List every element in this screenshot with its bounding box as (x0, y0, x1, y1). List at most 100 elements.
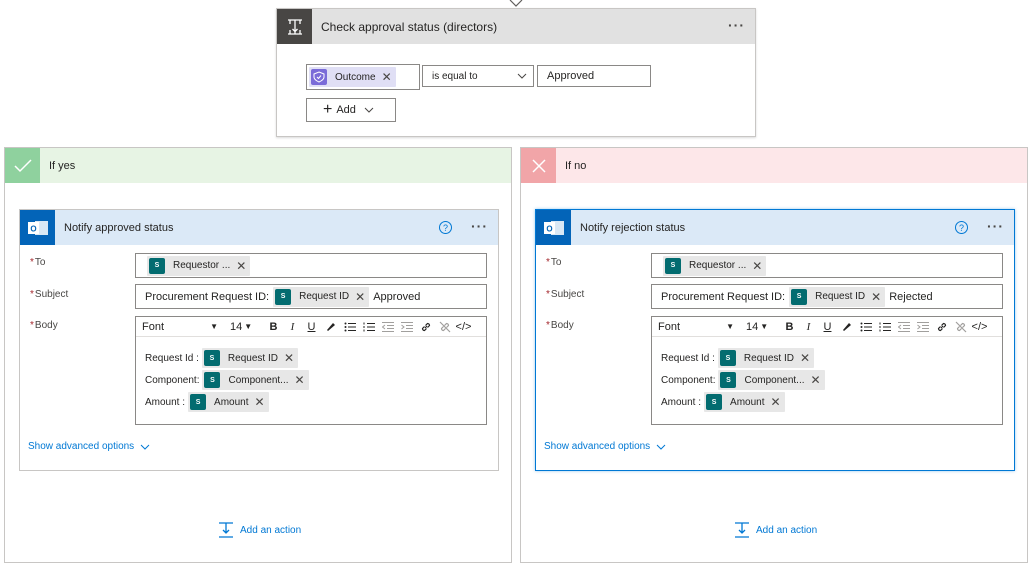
sharepoint-icon: S (665, 257, 681, 274)
notify-approved-card[interactable]: O Notify approved status ? ··· *To S Req… (19, 209, 499, 471)
notify-rejection-card[interactable]: O Notify rejection status ? ··· *To S Re… (535, 209, 1015, 471)
condition-value-input[interactable]: Approved (537, 65, 651, 87)
italic-icon[interactable]: I (799, 318, 818, 336)
request-id-token[interactable]: S Request ID ✕ (273, 286, 370, 307)
outdent-icon[interactable] (378, 318, 397, 336)
amount-token[interactable]: S Amount ✕ (704, 392, 785, 412)
unlink-icon[interactable] (951, 318, 970, 336)
remove-token-icon[interactable]: ✕ (284, 352, 298, 364)
remove-token-icon[interactable]: ✕ (800, 352, 814, 364)
no-branch-header[interactable]: If no (521, 148, 1027, 183)
remove-token-icon[interactable]: ✕ (382, 71, 396, 83)
action-more-icon[interactable]: ··· (471, 218, 488, 234)
remove-token-icon[interactable]: ✕ (752, 260, 766, 272)
request-id-token[interactable]: S Request ID ✕ (717, 348, 815, 368)
remove-token-icon[interactable]: ✕ (871, 291, 885, 303)
to-label: *To (30, 257, 46, 268)
body-content[interactable]: Request Id : S Request ID ✕ Component: S… (136, 337, 486, 413)
highlight-icon[interactable] (837, 318, 856, 336)
bold-icon[interactable]: B (264, 318, 283, 336)
condition-header[interactable]: Check approval status (directors) ··· (277, 9, 755, 44)
subject-field[interactable]: Procurement Request ID: S Request ID ✕ R… (651, 284, 1003, 309)
italic-icon[interactable]: I (283, 318, 302, 336)
show-advanced-options-link[interactable]: Show advanced options (28, 441, 150, 452)
unlink-icon[interactable] (435, 318, 454, 336)
add-action-button[interactable]: Add an action (218, 522, 301, 538)
request-id-token[interactable]: S Request ID ✕ (789, 286, 886, 307)
operator-value: is equal to (432, 70, 478, 82)
help-icon[interactable]: ? (955, 221, 968, 234)
action-header[interactable]: O Notify rejection status ? ··· (536, 210, 1014, 245)
amount-token[interactable]: S Amount ✕ (188, 392, 269, 412)
remove-token-icon[interactable]: ✕ (295, 374, 309, 386)
body-line: Request Id : S Request ID ✕ (136, 347, 486, 369)
indent-icon[interactable] (913, 318, 932, 336)
font-size-select[interactable]: 14 ▼ (230, 321, 264, 333)
to-field[interactable]: S Requestor ... ✕ (651, 253, 1003, 278)
checkmark-icon (5, 148, 40, 183)
help-icon[interactable]: ? (439, 221, 452, 234)
request-id-token[interactable]: S Request ID ✕ (201, 348, 299, 368)
sharepoint-icon: S (720, 372, 737, 388)
plus-icon: + (323, 101, 333, 118)
condition-left-operand[interactable]: Outcome ✕ (306, 64, 420, 90)
action-header[interactable]: O Notify approved status ? ··· (20, 210, 498, 245)
numbered-list-icon[interactable] (875, 318, 894, 336)
condition-card[interactable]: Check approval status (directors) ··· Ou… (276, 8, 756, 137)
subject-prefix: Procurement Request ID: (661, 290, 786, 303)
outlook-icon: O (536, 210, 571, 245)
add-condition-button[interactable]: + Add (306, 98, 396, 122)
subject-suffix: Approved (373, 290, 421, 303)
outcome-token[interactable]: Outcome ✕ (309, 67, 396, 87)
outdent-icon[interactable] (894, 318, 913, 336)
to-field[interactable]: S Requestor ... ✕ (135, 253, 487, 278)
remove-token-icon[interactable]: ✕ (236, 260, 250, 272)
remove-token-icon[interactable]: ✕ (811, 374, 825, 386)
action-title: Notify approved status (64, 221, 174, 234)
remove-token-icon[interactable]: ✕ (255, 396, 269, 408)
no-branch: If no O Notify rejection status ? ··· *T… (520, 147, 1028, 563)
body-content[interactable]: Request Id : S Request ID ✕ Component: S… (652, 337, 1002, 413)
token-label: Requestor ... (173, 260, 231, 271)
font-select[interactable]: Font ▼ (142, 321, 222, 333)
code-view-icon[interactable]: </> (454, 318, 473, 336)
requestor-token[interactable]: S Requestor ... ✕ (147, 255, 251, 276)
outlook-icon: O (20, 210, 55, 245)
underline-icon[interactable]: U (302, 318, 321, 336)
operator-select[interactable]: is equal to (422, 65, 534, 87)
show-advanced-options-link[interactable]: Show advanced options (544, 441, 666, 452)
add-action-icon (735, 522, 749, 538)
body-editor[interactable]: Font ▼ 14 ▼ B I U </> Request Id : S Req… (651, 316, 1003, 425)
link-icon[interactable] (932, 318, 951, 336)
requestor-token[interactable]: S Requestor ... ✕ (663, 255, 767, 276)
bullet-list-icon[interactable] (340, 318, 359, 336)
numbered-list-icon[interactable] (359, 318, 378, 336)
highlight-icon[interactable] (321, 318, 340, 336)
yes-branch-header[interactable]: If yes (5, 148, 511, 183)
component-token[interactable]: S Component... ✕ (202, 370, 309, 390)
sharepoint-icon: S (719, 350, 736, 366)
bullet-list-icon[interactable] (856, 318, 875, 336)
yes-branch: If yes O Notify approved status ? ··· *T… (4, 147, 512, 563)
font-select[interactable]: Font ▼ (658, 321, 738, 333)
indent-icon[interactable] (397, 318, 416, 336)
remove-token-icon[interactable]: ✕ (771, 396, 785, 408)
approvals-icon (311, 69, 327, 85)
sharepoint-icon: S (149, 257, 165, 274)
add-action-button[interactable]: Add an action (734, 522, 817, 538)
underline-icon[interactable]: U (818, 318, 837, 336)
component-token[interactable]: S Component... ✕ (718, 370, 825, 390)
bold-icon[interactable]: B (780, 318, 799, 336)
link-icon[interactable] (416, 318, 435, 336)
condition-icon (277, 9, 312, 44)
code-view-icon[interactable]: </> (970, 318, 989, 336)
sharepoint-icon: S (204, 372, 221, 388)
action-more-icon[interactable]: ··· (987, 218, 1004, 234)
subject-label: *Subject (30, 289, 69, 300)
remove-token-icon[interactable]: ✕ (355, 291, 369, 303)
chevron-down-icon (517, 73, 527, 79)
body-editor[interactable]: Font ▼ 14 ▼ B I U </> Request Id : S Req… (135, 316, 487, 425)
font-size-select[interactable]: 14 ▼ (746, 321, 780, 333)
subject-field[interactable]: Procurement Request ID: S Request ID ✕ A… (135, 284, 487, 309)
condition-more-icon[interactable]: ··· (728, 17, 745, 33)
